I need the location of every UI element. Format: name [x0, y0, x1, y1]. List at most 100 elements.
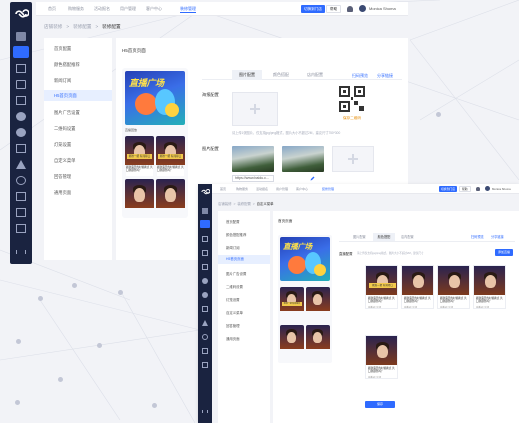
grid-icon[interactable]: [202, 208, 208, 214]
live-card[interactable]: 刚准一把 有闻得口 刷新露天的时候换点 共口新颜色吗？ 直播间已关闭: [365, 265, 398, 309]
user-icon[interactable]: [202, 334, 208, 340]
collapse-icon[interactable]: [202, 410, 208, 413]
live-card[interactable]: [280, 325, 304, 359]
user-name[interactable]: Monica Shoma: [492, 187, 511, 191]
menu-item[interactable]: 首页配置: [226, 219, 240, 224]
menu-item[interactable]: 自定义菜单: [226, 310, 243, 315]
card-icon[interactable]: [16, 96, 26, 105]
tab-color-config[interactable]: 颜色搭配: [373, 233, 395, 241]
box-icon[interactable]: [16, 144, 26, 153]
preview-link[interactable]: 扫码预览: [352, 73, 368, 79]
nav-item-shopping[interactable]: 购物服务: [68, 6, 84, 12]
nav-item-decoration[interactable]: 装修管理: [322, 187, 334, 191]
nav-item-events[interactable]: 活动报名: [94, 6, 110, 12]
live-card[interactable]: [306, 325, 330, 359]
grid-icon[interactable]: [16, 32, 26, 41]
breadcrumb-item[interactable]: 装修配置: [237, 202, 251, 206]
image-thumbnail[interactable]: [232, 146, 274, 172]
document-icon[interactable]: [202, 236, 208, 242]
alert-icon[interactable]: [16, 160, 26, 169]
tab-store-config[interactable]: 店内配置: [401, 234, 414, 239]
folder-icon[interactable]: [202, 362, 208, 368]
menu-item[interactable]: 图片广告设置: [54, 110, 80, 116]
shop-icon[interactable]: [13, 46, 29, 58]
menu-item[interactable]: 颜色搭配推荐: [226, 232, 246, 237]
avatar[interactable]: [485, 186, 490, 191]
menu-item[interactable]: 自定义菜单: [54, 158, 75, 164]
nav-item-users[interactable]: 用户管理: [276, 187, 288, 191]
menu-item[interactable]: 图片广告设置: [226, 271, 246, 276]
live-card[interactable]: 刷新露天的时候换点 共口新颜色吗？ 直播间已关闭: [365, 335, 398, 379]
help-button[interactable]: 帮助: [326, 5, 342, 13]
menu-item[interactable]: 灯笼设置: [54, 142, 71, 148]
box-icon[interactable]: [202, 306, 208, 312]
live-card[interactable]: 刚准一把 有闻得口 刷新露天的时候换点 共口新颜色吗？: [125, 136, 154, 176]
chat-icon[interactable]: [16, 80, 26, 89]
breadcrumb-item[interactable]: 店铺装修: [218, 202, 232, 206]
user-icon[interactable]: [16, 176, 26, 185]
chat-icon[interactable]: [202, 250, 208, 256]
menu-item[interactable]: 新闻订阅: [226, 245, 240, 250]
menu-item[interactable]: 颜色搭配推荐: [54, 62, 80, 68]
tab-image-config[interactable]: 图片配置: [353, 234, 366, 239]
nav-item-customers[interactable]: 客户中心: [146, 6, 162, 12]
card-icon[interactable]: [202, 264, 208, 270]
edit-pencil-icon[interactable]: [310, 176, 315, 181]
notification-bell-icon[interactable]: [347, 6, 353, 12]
user-name[interactable]: Monica Shoma: [369, 6, 396, 11]
live-card[interactable]: 刚准一把 有闻得口 刷新露天的时候换点 共口新颜色吗？: [156, 136, 185, 176]
image-thumbnail[interactable]: [282, 146, 324, 172]
live-card[interactable]: 刷新露天的时候换点 共口新颜色吗？ 直播间已关闭: [473, 265, 506, 309]
shop-icon[interactable]: [200, 220, 210, 228]
menu-item[interactable]: 首页配置: [54, 46, 71, 52]
preview-link[interactable]: 扫码预览: [471, 234, 484, 239]
menu-item[interactable]: 回答管理: [226, 323, 240, 328]
live-card[interactable]: 刚准一把 有闻得口: [280, 287, 304, 321]
nav-item-users[interactable]: 用户管理: [120, 6, 136, 12]
live-card[interactable]: [156, 179, 185, 218]
menu-item[interactable]: 新闻订阅: [54, 78, 71, 84]
coin-icon[interactable]: [16, 128, 26, 137]
document-icon[interactable]: [16, 64, 26, 73]
live-card[interactable]: [306, 287, 330, 321]
image-upload[interactable]: [332, 146, 374, 172]
menu-item[interactable]: 回答管理: [54, 174, 71, 180]
save-qr-link[interactable]: 保存二维码: [343, 116, 361, 121]
nav-item-customers[interactable]: 客户中心: [296, 187, 308, 191]
globe-icon[interactable]: [16, 112, 26, 121]
breadcrumb-item[interactable]: 装修配置: [73, 24, 91, 29]
notification-bell-icon[interactable]: [476, 187, 480, 191]
help-button[interactable]: 帮助: [459, 186, 471, 192]
globe-icon[interactable]: [202, 278, 208, 284]
nav-item-shopping[interactable]: 购物服务: [236, 187, 248, 191]
collapse-icon[interactable]: [16, 250, 26, 254]
breadcrumb-item[interactable]: 店铺装修: [44, 24, 62, 29]
avatar[interactable]: [359, 5, 366, 12]
menu-item[interactable]: 二维码设置: [54, 126, 75, 132]
link-url-input[interactable]: https://www.baidu.c...: [232, 175, 274, 182]
settings-icon[interactable]: [16, 224, 26, 233]
menu-item[interactable]: 通用页面: [54, 190, 71, 196]
tab-image-config[interactable]: 图片配置: [232, 70, 262, 80]
coin-icon[interactable]: [202, 292, 208, 298]
nav-item-decoration[interactable]: 装修管理: [180, 6, 196, 13]
menu-item-active[interactable]: H5首页页面: [44, 90, 112, 101]
tab-store-config[interactable]: 店内配置: [300, 70, 330, 80]
menu-item[interactable]: 灯笼设置: [226, 297, 240, 302]
book-icon[interactable]: [16, 192, 26, 201]
nav-item-events[interactable]: 活动报名: [256, 187, 268, 191]
share-link[interactable]: 分享链接: [377, 73, 393, 79]
live-card[interactable]: [125, 179, 154, 218]
add-live-button[interactable]: 添加直播: [495, 249, 514, 256]
switch-store-button[interactable]: 切换到门店: [301, 5, 325, 13]
folder-icon[interactable]: [16, 208, 26, 217]
save-button[interactable]: 保存: [365, 401, 395, 408]
menu-item[interactable]: 二维码设置: [226, 284, 243, 289]
switch-store-button[interactable]: 切换到门店: [439, 186, 457, 192]
menu-item-active[interactable]: H5首页页面: [218, 255, 270, 264]
live-card[interactable]: 刷新露天的时候换点 共口新颜色吗？ 直播间已关闭: [401, 265, 434, 309]
book-icon[interactable]: [202, 348, 208, 354]
share-link[interactable]: 分享链接: [491, 234, 504, 239]
menu-item[interactable]: 通用页面: [226, 336, 240, 341]
tab-color-config[interactable]: 颜色搭配: [266, 70, 296, 80]
